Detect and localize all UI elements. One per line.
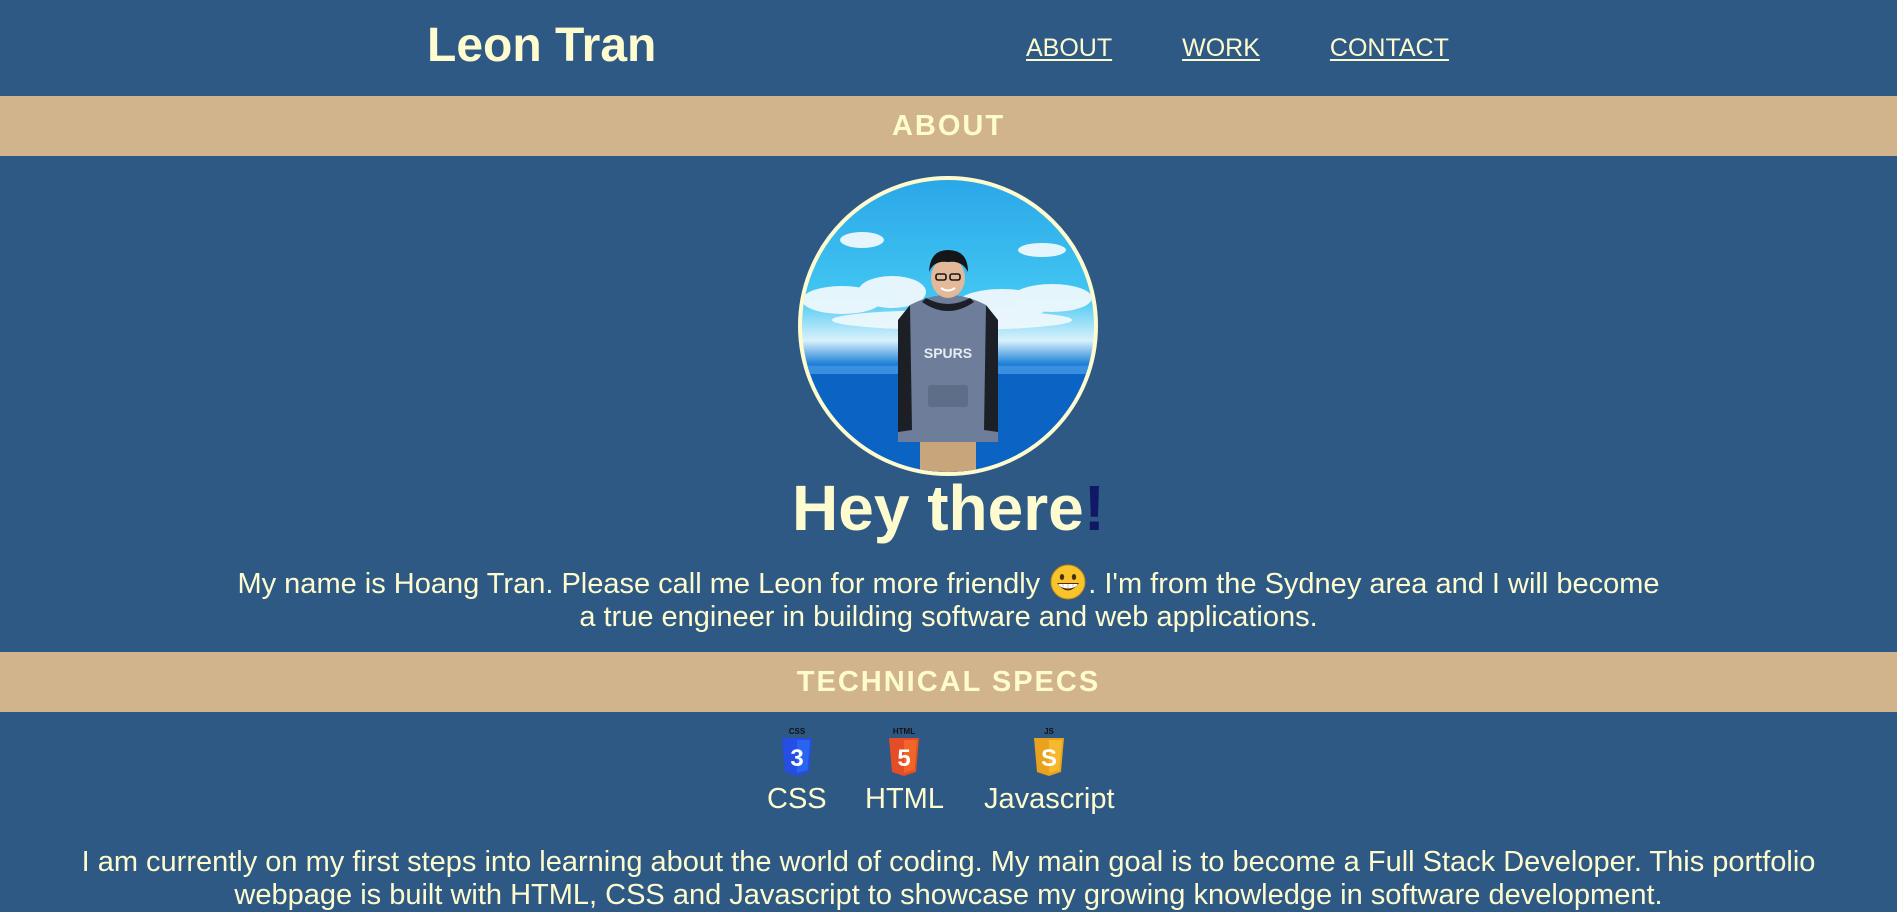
main-nav: ABOUT WORK CONTACT (1026, 32, 1449, 64)
javascript-glyph: S (1041, 745, 1057, 772)
intro-text-start: My name is Hoang Tran. Please call me Le… (237, 568, 1049, 600)
tech-item-css: CSS 3 CSS (767, 726, 827, 816)
site-header: Leon Tran ABOUT WORK CONTACT (0, 0, 1897, 96)
about-section-bar: ABOUT (0, 96, 1897, 156)
tech-section-bar: TECHNICAL SPECS (0, 652, 1897, 712)
tech-description: I am currently on my first steps into le… (81, 846, 1816, 911)
tech-label-javascript: Javascript (984, 783, 1115, 815)
tech-item-javascript: JS S Javascript (984, 726, 1115, 816)
html5-icon: HTML 5 (889, 727, 920, 776)
css3-glyph: 3 (790, 745, 803, 772)
profile-photo: SPURS (798, 176, 1098, 476)
javascript-icon: JS S (1034, 727, 1065, 776)
tech-item-html: HTML 5 HTML (865, 726, 944, 816)
nav-link-about[interactable]: ABOUT (1026, 32, 1112, 64)
brand-name: Leon Tran (427, 19, 657, 72)
intro-paragraph: My name is Hoang Tran. Please call me Le… (230, 564, 1667, 634)
tech-label-html: HTML (865, 783, 944, 815)
greeting-text: Hey there (792, 472, 1084, 544)
tech-label-css: CSS (767, 783, 827, 815)
nav-link-contact[interactable]: CONTACT (1330, 32, 1449, 64)
profile-photo-illustration: SPURS (802, 232, 1094, 472)
javascript-badge-text: JS (1044, 727, 1054, 736)
greeting-heading: Hey there! (0, 470, 1897, 546)
tech-list: CSS 3 CSS HTML 5 HTML JS S Javascript (0, 726, 1897, 815)
greeting-exclamation: ! (1083, 472, 1105, 544)
svg-text:SPURS: SPURS (924, 345, 972, 361)
html5-badge-text: HTML (893, 727, 915, 736)
html5-glyph: 5 (898, 745, 911, 772)
about-section-title: ABOUT (891, 109, 1006, 142)
portfolio-page: Leon Tran ABOUT WORK CONTACT ABOUT SPURS… (0, 0, 1897, 912)
tech-section-title: TECHNICAL SPECS (796, 665, 1101, 698)
css3-icon: CSS 3 (781, 727, 812, 776)
css3-badge-text: CSS (789, 727, 806, 736)
grinning-face-icon (1050, 564, 1086, 600)
nav-link-work[interactable]: WORK (1182, 32, 1260, 64)
